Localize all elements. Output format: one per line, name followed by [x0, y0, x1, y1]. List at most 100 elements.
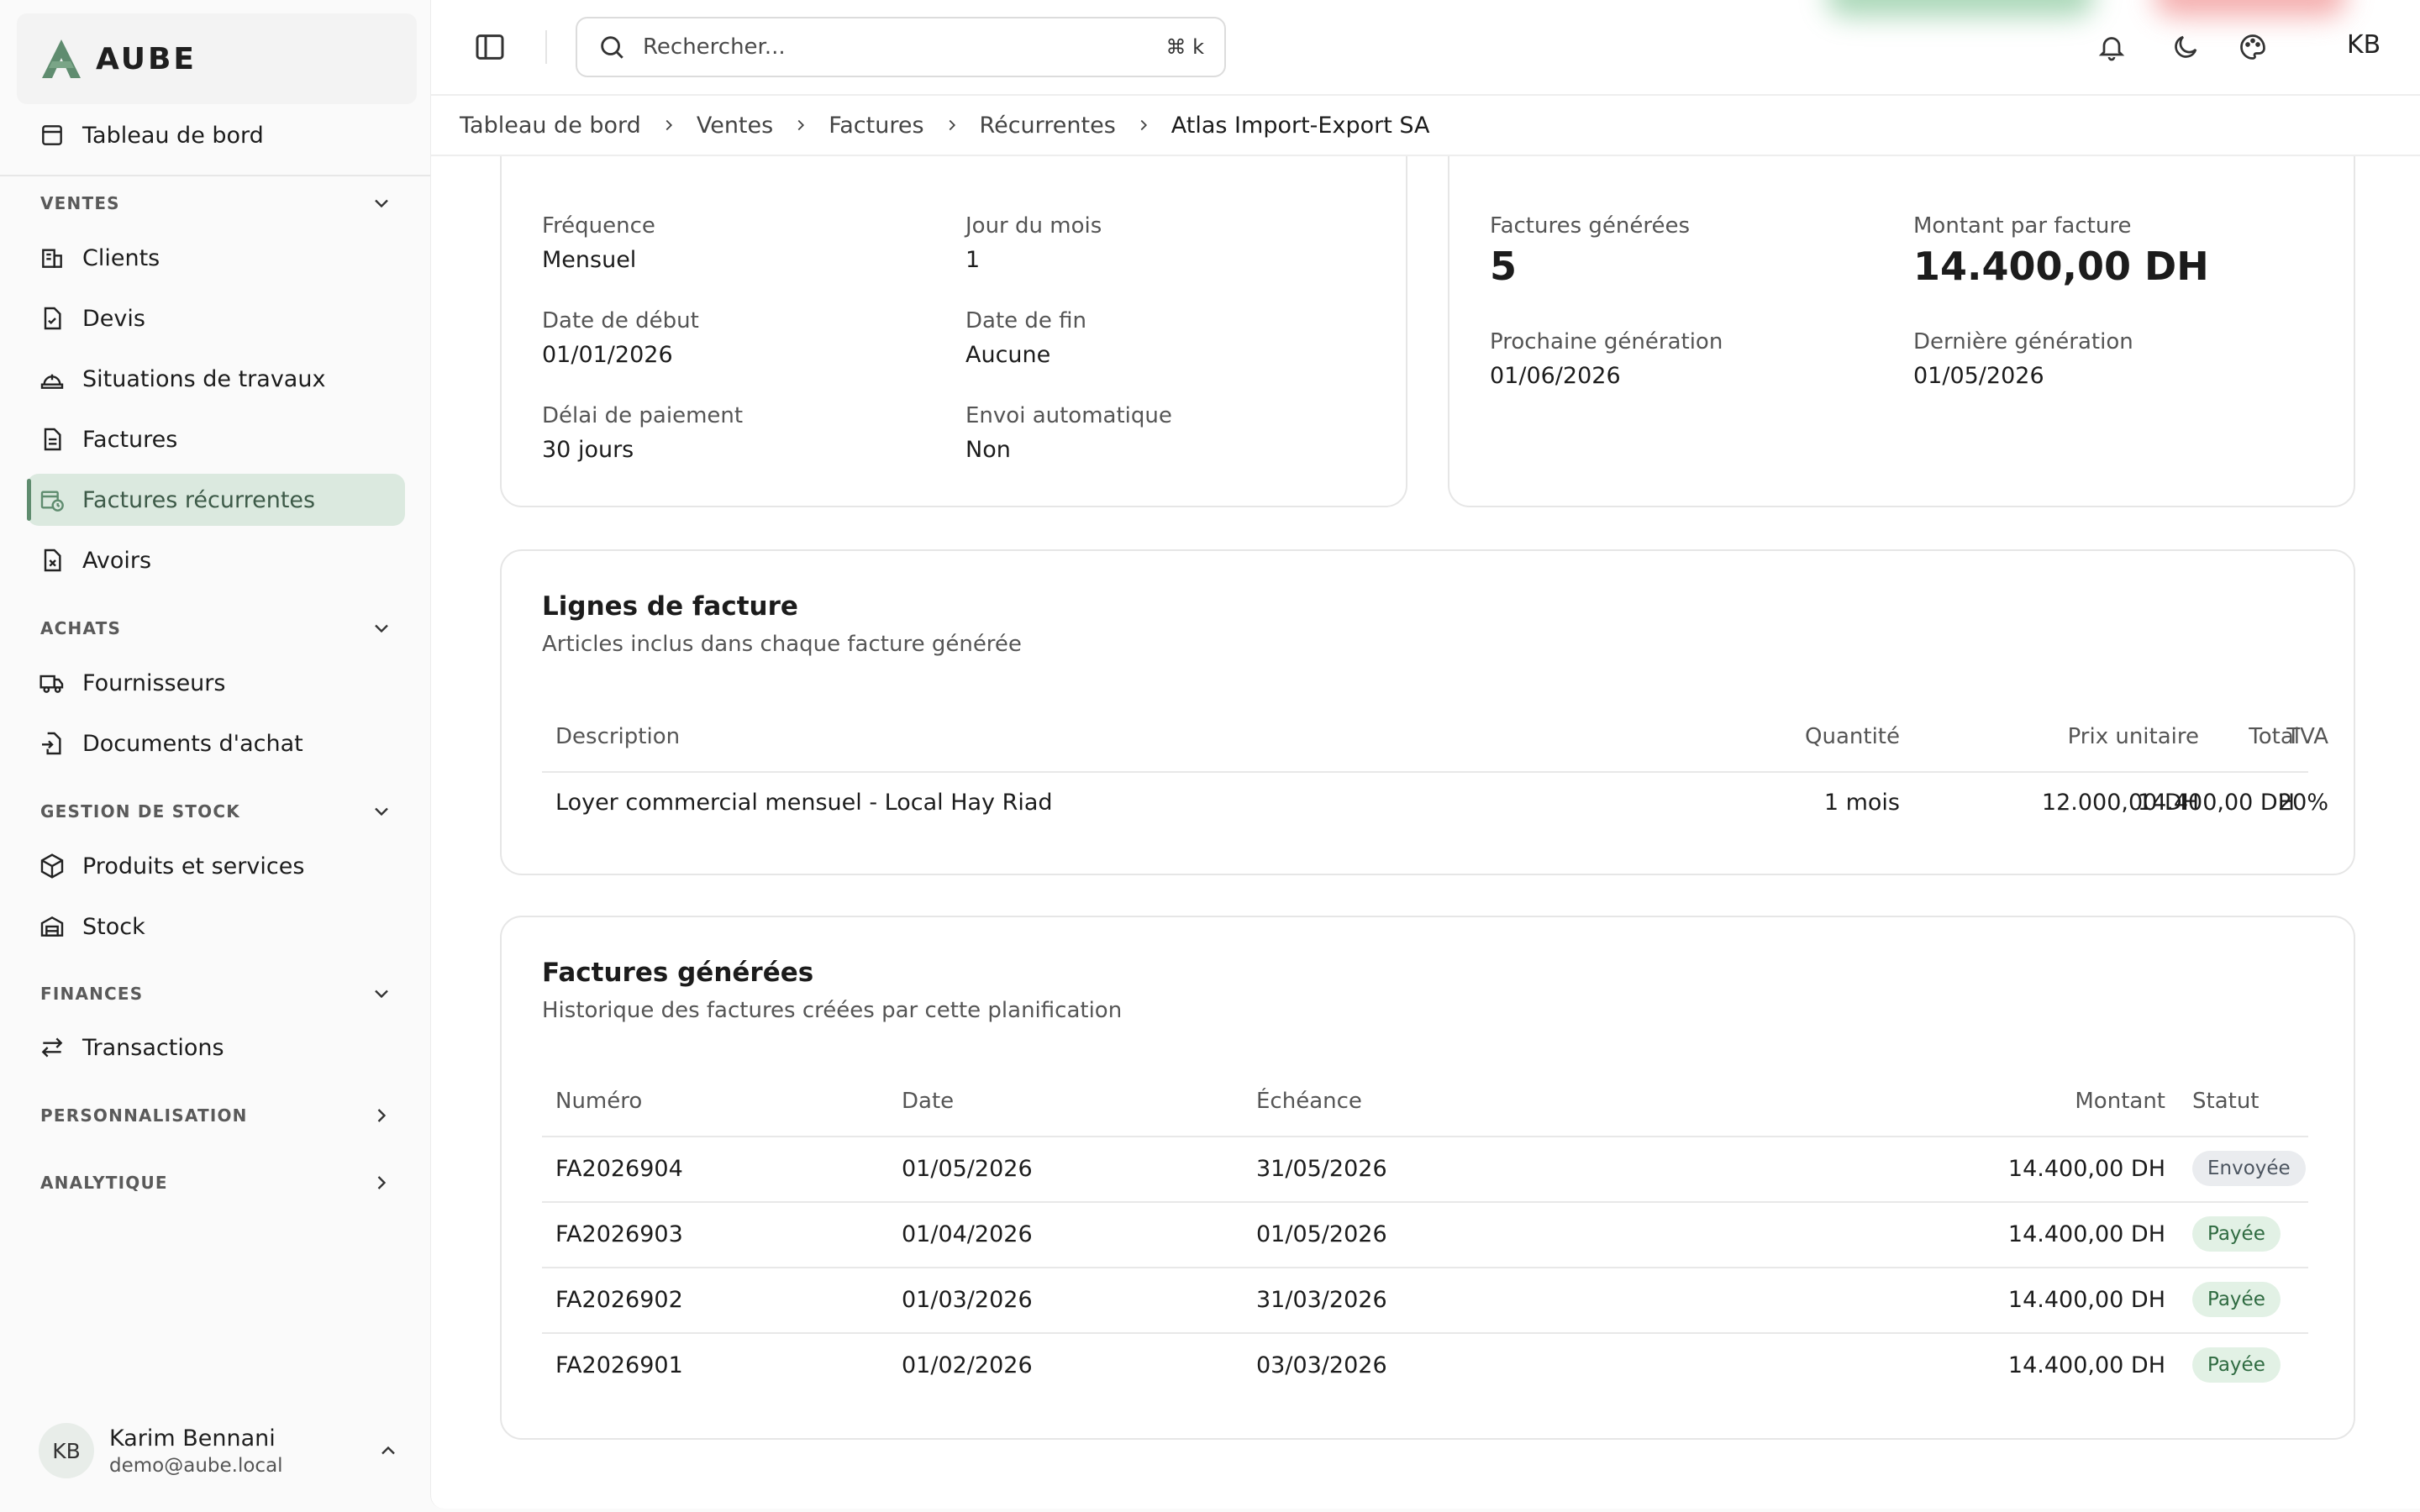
palette-icon[interactable] [2238, 32, 2268, 62]
search-box[interactable]: ⌘ k [576, 17, 1226, 77]
sidebar-item-dashboard[interactable]: Tableau de bord [27, 109, 405, 161]
invoice-due: 31/03/2026 [1256, 1287, 1387, 1313]
table-divider [542, 1201, 2308, 1203]
sidebar-item-label: Factures récurrentes [82, 486, 316, 513]
section-analytique[interactable]: ANALYTIQUE [40, 1166, 393, 1200]
jour-label: Jour du mois [965, 213, 1102, 239]
column-header: Date [902, 1089, 955, 1114]
divider [545, 30, 547, 64]
section-label: ACHATS [40, 618, 122, 638]
decorative-blur [2154, 0, 2347, 17]
invoice-due: 31/05/2026 [1256, 1156, 1387, 1182]
aube-logo-icon [42, 39, 81, 78]
sidebar-item-factures-recurrentes[interactable]: Factures récurrentes [27, 474, 405, 526]
card-title: Lignes de facture [542, 591, 798, 622]
sidebar-item-label: Tableau de bord [82, 122, 264, 149]
sidebar-item-devis[interactable]: Devis [27, 292, 405, 344]
avatar: KB [39, 1423, 94, 1478]
moon-icon[interactable] [2170, 32, 2201, 62]
sidebar-item-clients[interactable]: Clients [27, 232, 405, 284]
breadcrumb-item[interactable]: Ventes [697, 113, 773, 139]
invoice-due: 01/05/2026 [1256, 1221, 1387, 1247]
sidebar-item-factures[interactable]: Factures [27, 413, 405, 465]
generees-value: 5 [1490, 244, 1518, 289]
invoice-number[interactable]: FA2026902 [555, 1287, 683, 1313]
card-subtitle: Articles inclus dans chaque facture géné… [542, 632, 1022, 657]
search-input[interactable] [643, 34, 1166, 60]
line-total: 14.400,00 DH [2137, 790, 2295, 816]
section-personnalisation[interactable]: PERSONNALISATION [40, 1099, 393, 1132]
chevron-right-icon [797, 119, 805, 131]
sidebar-item-situations[interactable]: Situations de travaux [27, 353, 405, 405]
breadcrumb-item[interactable]: Factures [829, 113, 923, 139]
envoi-value: Non [965, 437, 1011, 463]
generated-invoices-card: Factures générées Historique des facture… [500, 916, 2355, 1440]
sidebar-item-label: Produits et services [82, 853, 305, 879]
section-label: FINANCES [40, 984, 144, 1004]
user-menu[interactable]: KB Karim Bennani demo@aube.local [39, 1421, 400, 1480]
chevron-down-icon [375, 199, 388, 208]
invoice-number[interactable]: FA2026901 [555, 1352, 683, 1378]
section-label: ANALYTIQUE [40, 1173, 168, 1193]
chevron-right-icon [377, 1109, 387, 1122]
building-icon [42, 249, 62, 268]
sidebar-item-fournisseurs[interactable]: Fournisseurs [27, 657, 405, 709]
brand[interactable]: AUBE [17, 13, 417, 104]
user-initials-button[interactable]: KB [2347, 30, 2381, 60]
bell-icon[interactable] [2096, 32, 2127, 62]
invoice-date: 01/03/2026 [902, 1287, 1033, 1313]
column-header: Échéance [1256, 1089, 1362, 1114]
file-input-icon [42, 732, 61, 755]
user-email: demo@aube.local [109, 1454, 283, 1477]
chevron-right-icon [666, 119, 672, 131]
column-header: Montant [2075, 1089, 2165, 1114]
sidebar-item-stock[interactable]: Stock [27, 900, 405, 953]
sidebar-item-label: Situations de travaux [82, 365, 326, 392]
sidebar-item-label: Fournisseurs [82, 669, 226, 696]
invoice-date: 01/05/2026 [902, 1156, 1033, 1182]
sidebar-toggle-icon[interactable] [473, 30, 507, 64]
section-achats[interactable]: ACHATS [40, 612, 393, 645]
section-ventes[interactable]: VENTES [40, 186, 393, 220]
breadcrumb-item[interactable]: Tableau de bord [460, 113, 641, 139]
jour-value: 1 [965, 247, 981, 273]
fin-value: Aucune [965, 342, 1051, 368]
table-divider [542, 1332, 2308, 1334]
generees-label: Factures générées [1490, 213, 1691, 239]
frequence-label: Fréquence [542, 213, 655, 239]
search-shortcut: ⌘ k [1165, 35, 1204, 59]
card-subtitle: Historique des factures créées par cette… [542, 998, 1123, 1023]
sidebar-item-avoirs[interactable]: Avoirs [27, 534, 405, 586]
invoice-number[interactable]: FA2026904 [555, 1156, 683, 1182]
section-label: PERSONNALISATION [40, 1105, 248, 1126]
line-description: Loyer commercial mensuel - Local Hay Ria… [555, 790, 1053, 816]
section-label: GESTION DE STOCK [40, 801, 240, 822]
sidebar-item-documents-achat[interactable]: Documents d'achat [27, 717, 405, 769]
top-bar: ⌘ k KB [431, 0, 2420, 94]
column-header: Total [2249, 724, 2300, 749]
invoice-amount: 14.400,00 DH [2007, 1352, 2165, 1378]
user-name: Karim Bennani [109, 1425, 276, 1452]
stats-card: Factures générées 5 Montant par facture … [1448, 101, 2355, 507]
sidebar: AUBE Tableau de bord VENTES Clients Devi… [0, 0, 430, 1512]
sidebar-item-label: Clients [82, 244, 160, 271]
dashboard-icon [42, 125, 62, 145]
sidebar-item-label: Devis [82, 305, 145, 332]
breadcrumb-item[interactable]: Récurrentes [980, 113, 1116, 139]
invoice-lines-card: Lignes de facture Articles inclus dans c… [500, 549, 2355, 875]
sidebar-item-produits[interactable]: Produits et services [27, 840, 405, 892]
section-stock[interactable]: GESTION DE STOCK [40, 795, 393, 828]
sidebar-item-label: Factures [82, 426, 178, 453]
package-icon [40, 853, 64, 879]
montant-label: Montant par facture [1913, 213, 2132, 239]
breadcrumb: Tableau de bord Ventes Factures Récurren… [431, 94, 2420, 156]
table-divider [542, 1267, 2308, 1268]
fin-label: Date de fin [965, 308, 1087, 333]
status-badge: Payée [2192, 1282, 2281, 1317]
invoice-number[interactable]: FA2026903 [555, 1221, 683, 1247]
frequence-value: Mensuel [542, 247, 637, 273]
sidebar-item-transactions[interactable]: Transactions [27, 1021, 405, 1074]
invoice-due: 03/03/2026 [1256, 1352, 1387, 1378]
section-finances[interactable]: FINANCES [40, 977, 393, 1011]
chevron-right-icon [1140, 119, 1147, 131]
